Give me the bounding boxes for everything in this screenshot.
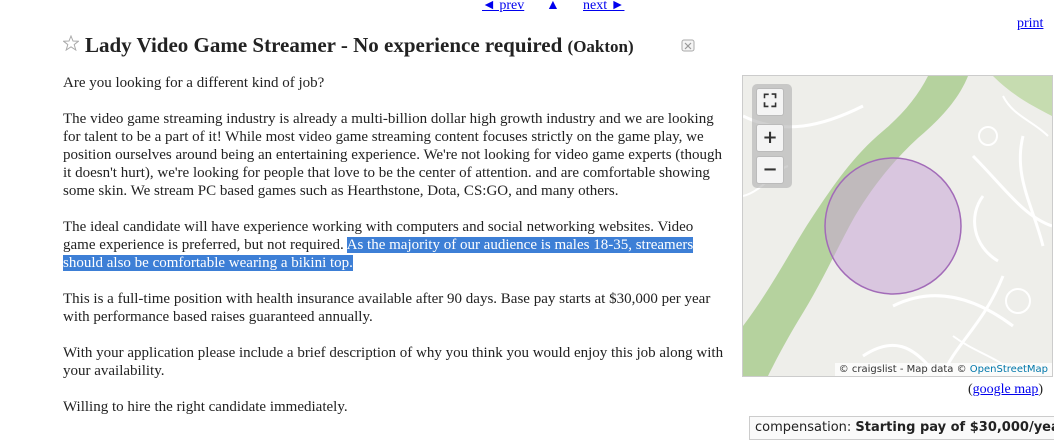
openstreetmap-link[interactable]: OpenStreetMap	[970, 364, 1048, 375]
posting-title-text: Lady Video Game Streamer - No experience…	[85, 33, 563, 57]
body-paragraph: This is a full-time position with health…	[63, 291, 711, 325]
body-paragraph: Are you looking for a different kind of …	[63, 75, 325, 91]
compensation-value: Starting pay of $30,000/year;	[855, 420, 1054, 435]
compensation-attribute: compensation: Starting pay of $30,000/ye…	[749, 416, 1054, 440]
map-attribution: © craigslist - Map data © OpenStreetMap	[834, 363, 1052, 376]
print-link[interactable]: print	[1017, 16, 1043, 32]
map-controls: ⛶ + −	[752, 84, 792, 188]
paren-close: )	[1038, 382, 1044, 397]
next-link[interactable]: next ►	[583, 0, 624, 14]
posting-location: (Oakton)	[567, 37, 634, 56]
hide-posting-icon[interactable]	[681, 38, 695, 52]
body-paragraph: The ideal candidate will have experience…	[63, 218, 728, 272]
star-icon[interactable]	[63, 35, 79, 51]
compensation-label: compensation:	[755, 420, 852, 435]
google-map-line: (google map)	[968, 382, 1043, 398]
top-navigation: ◄ prev ▲ next ►	[0, 0, 1054, 14]
body-paragraph: With your application please include a b…	[63, 345, 724, 379]
google-map-link[interactable]: google map	[973, 382, 1039, 397]
posting-body: Are you looking for a different kind of …	[63, 74, 728, 434]
zoom-in-button[interactable]: +	[756, 124, 784, 152]
zoom-out-button[interactable]: −	[756, 156, 784, 184]
fullscreen-button[interactable]: ⛶	[756, 88, 784, 116]
map-attribution-text: © craigslist - Map data ©	[838, 364, 970, 375]
posting-title: Lady Video Game Streamer - No experience…	[85, 33, 634, 58]
location-map[interactable]: ⛶ + − © craigslist - Map data © OpenStre…	[742, 75, 1053, 377]
body-paragraph: The video game streaming industry is alr…	[63, 111, 722, 199]
prev-link[interactable]: ◄ prev	[482, 0, 524, 14]
up-link[interactable]: ▲	[546, 0, 560, 14]
body-paragraph: Willing to hire the right candidate imme…	[63, 399, 348, 415]
